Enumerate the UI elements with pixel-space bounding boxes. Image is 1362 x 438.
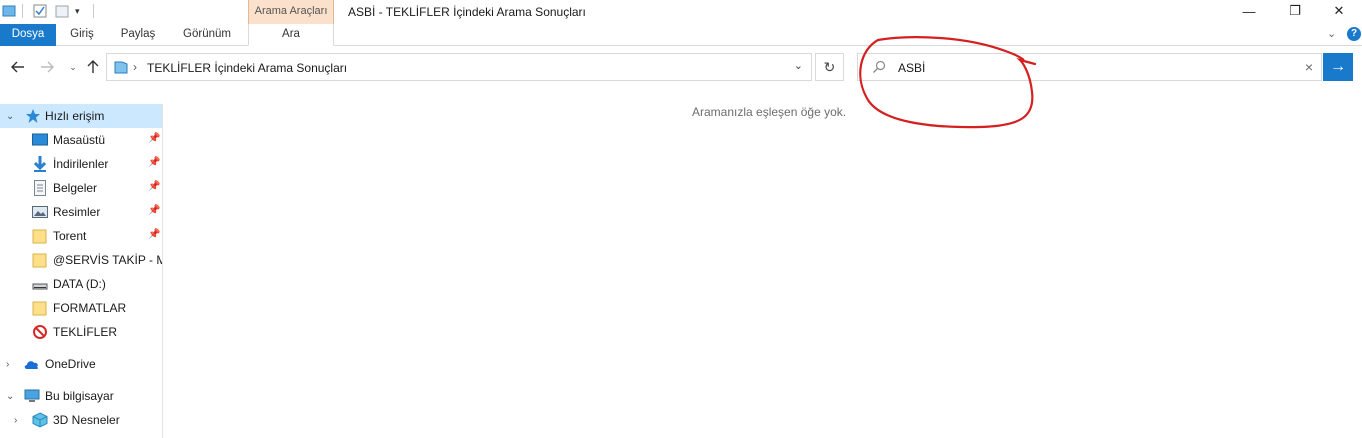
- nav-onedrive[interactable]: › OneDrive: [0, 352, 162, 376]
- cloud-icon: [24, 357, 40, 373]
- nav-label: Resimler: [53, 205, 101, 219]
- explorer-folder-icon[interactable]: [2, 4, 16, 18]
- chevron-down-icon[interactable]: ⌄: [6, 111, 14, 122]
- navigation-pane: ⌄ Hızlı erişim Masaüstü 📌 İndirilenler 📌…: [0, 104, 163, 438]
- folder-icon: [32, 228, 48, 244]
- nav-quick-access[interactable]: ⌄ Hızlı erişim: [0, 104, 162, 128]
- tab-view[interactable]: Görünüm: [180, 24, 234, 46]
- chevron-down-icon[interactable]: ⌄: [6, 391, 14, 402]
- refresh-icon: ↻: [823, 58, 836, 75]
- nav-label: Masaüstü: [53, 133, 106, 147]
- customize-toolbar-icon[interactable]: ▾: [75, 6, 89, 20]
- minimize-button[interactable]: —: [1226, 0, 1272, 22]
- back-button[interactable]: [9, 58, 27, 76]
- nav-label: DATA (D:): [53, 277, 106, 291]
- search-go-button[interactable]: →: [1323, 53, 1353, 81]
- pin-icon[interactable]: 📌: [148, 229, 160, 243]
- download-icon: [32, 156, 48, 172]
- drive-icon: [32, 276, 48, 292]
- nav-label: @SERVİS TAKİP - MA: [53, 253, 162, 267]
- folder-icon: [32, 252, 48, 268]
- search-tools-header: Arama Araçları: [248, 0, 334, 24]
- toolbar-divider: [22, 4, 23, 18]
- up-button[interactable]: [84, 58, 102, 76]
- tab-home[interactable]: Giriş: [66, 24, 98, 46]
- tab-share[interactable]: Paylaş: [118, 24, 158, 46]
- search-folder-icon: [113, 59, 129, 75]
- annotation-circle: [859, 36, 1037, 129]
- recent-locations-button[interactable]: ⌄: [64, 58, 82, 76]
- nav-label: Torent: [53, 229, 87, 243]
- address-dropdown-icon[interactable]: ⌄: [794, 59, 803, 72]
- folder-icon: [32, 300, 48, 316]
- address-bar[interactable]: › TEKLİFLER İçindeki Arama Sonuçları ⌄: [106, 53, 812, 81]
- chevron-right-icon[interactable]: ›: [6, 359, 9, 370]
- clear-search-icon[interactable]: ×: [1305, 59, 1313, 75]
- forward-button[interactable]: [38, 58, 56, 76]
- nav-label: İndirilenler: [53, 157, 109, 171]
- nav-label: OneDrive: [45, 357, 96, 371]
- 3d-objects-icon: [32, 412, 48, 428]
- pin-icon[interactable]: 📌: [148, 205, 160, 219]
- blocked-icon: [32, 324, 48, 340]
- nav-label: FORMATLAR: [53, 301, 127, 315]
- desktop-icon: [32, 132, 48, 148]
- nav-folder-formatlar[interactable]: FORMATLAR: [0, 296, 162, 320]
- nav-desktop[interactable]: Masaüstü 📌: [0, 128, 162, 152]
- window-title: ASBİ - TEKLİFLER İçindeki Arama Sonuçlar…: [348, 5, 586, 19]
- documents-icon: [32, 180, 48, 196]
- new-folder-icon[interactable]: [55, 4, 69, 18]
- nav-folder-torent[interactable]: Torent 📌: [0, 224, 162, 248]
- tab-file[interactable]: Dosya: [0, 24, 56, 46]
- computer-icon: [24, 388, 40, 404]
- properties-icon[interactable]: [33, 4, 47, 18]
- empty-results-message: Aramanızla eşleşen öğe yok.: [692, 105, 847, 119]
- toolbar-divider: [93, 4, 94, 18]
- help-icon[interactable]: ?: [1347, 27, 1361, 41]
- close-button[interactable]: ✕: [1316, 0, 1362, 22]
- breadcrumb-separator[interactable]: ›: [133, 60, 137, 74]
- arrow-left-icon: [11, 61, 24, 73]
- nav-folder-servis-takip[interactable]: @SERVİS TAKİP - MA: [0, 248, 162, 272]
- chevron-right-icon[interactable]: ›: [14, 415, 17, 426]
- pin-icon[interactable]: 📌: [148, 133, 160, 147]
- nav-label: TEKLİFLER: [53, 325, 118, 339]
- nav-pictures[interactable]: Resimler 📌: [0, 200, 162, 224]
- nav-label: Bu bilgisayar: [45, 389, 114, 403]
- nav-this-pc[interactable]: ⌄ Bu bilgisayar: [0, 384, 162, 408]
- nav-drive-data[interactable]: DATA (D:): [0, 272, 162, 296]
- nav-documents[interactable]: Belgeler 📌: [0, 176, 162, 200]
- nav-label: Belgeler: [53, 181, 98, 195]
- chevron-down-icon: ⌄: [69, 61, 77, 72]
- star-icon: [25, 108, 41, 124]
- ribbon-tabs: Dosya Giriş Paylaş Görünüm Ara ⌄ ?: [0, 24, 1362, 46]
- nav-teklifler[interactable]: TEKLİFLER: [0, 320, 162, 344]
- ribbon-expand-icon[interactable]: ⌄: [1327, 27, 1336, 40]
- refresh-button[interactable]: ↻: [815, 53, 844, 81]
- arrow-right-icon: →: [1330, 58, 1346, 75]
- tab-search[interactable]: Ara: [248, 24, 334, 46]
- breadcrumb-path[interactable]: TEKLİFLER İçindeki Arama Sonuçları: [147, 61, 347, 75]
- nav-downloads[interactable]: İndirilenler 📌: [0, 152, 162, 176]
- title-bar: ▾ Arama Araçları ASBİ - TEKLİFLER İçinde…: [0, 0, 1362, 24]
- nav-label: Hızlı erişim: [45, 109, 105, 123]
- maximize-button[interactable]: ❐: [1272, 0, 1318, 22]
- pin-icon[interactable]: 📌: [148, 157, 160, 171]
- arrow-right-icon: [41, 61, 54, 73]
- pictures-icon: [32, 204, 48, 220]
- pin-icon[interactable]: 📌: [148, 181, 160, 195]
- nav-label: 3D Nesneler: [53, 413, 120, 427]
- nav-3d-objects[interactable]: › 3D Nesneler: [0, 408, 162, 432]
- arrow-up-icon: [87, 60, 99, 73]
